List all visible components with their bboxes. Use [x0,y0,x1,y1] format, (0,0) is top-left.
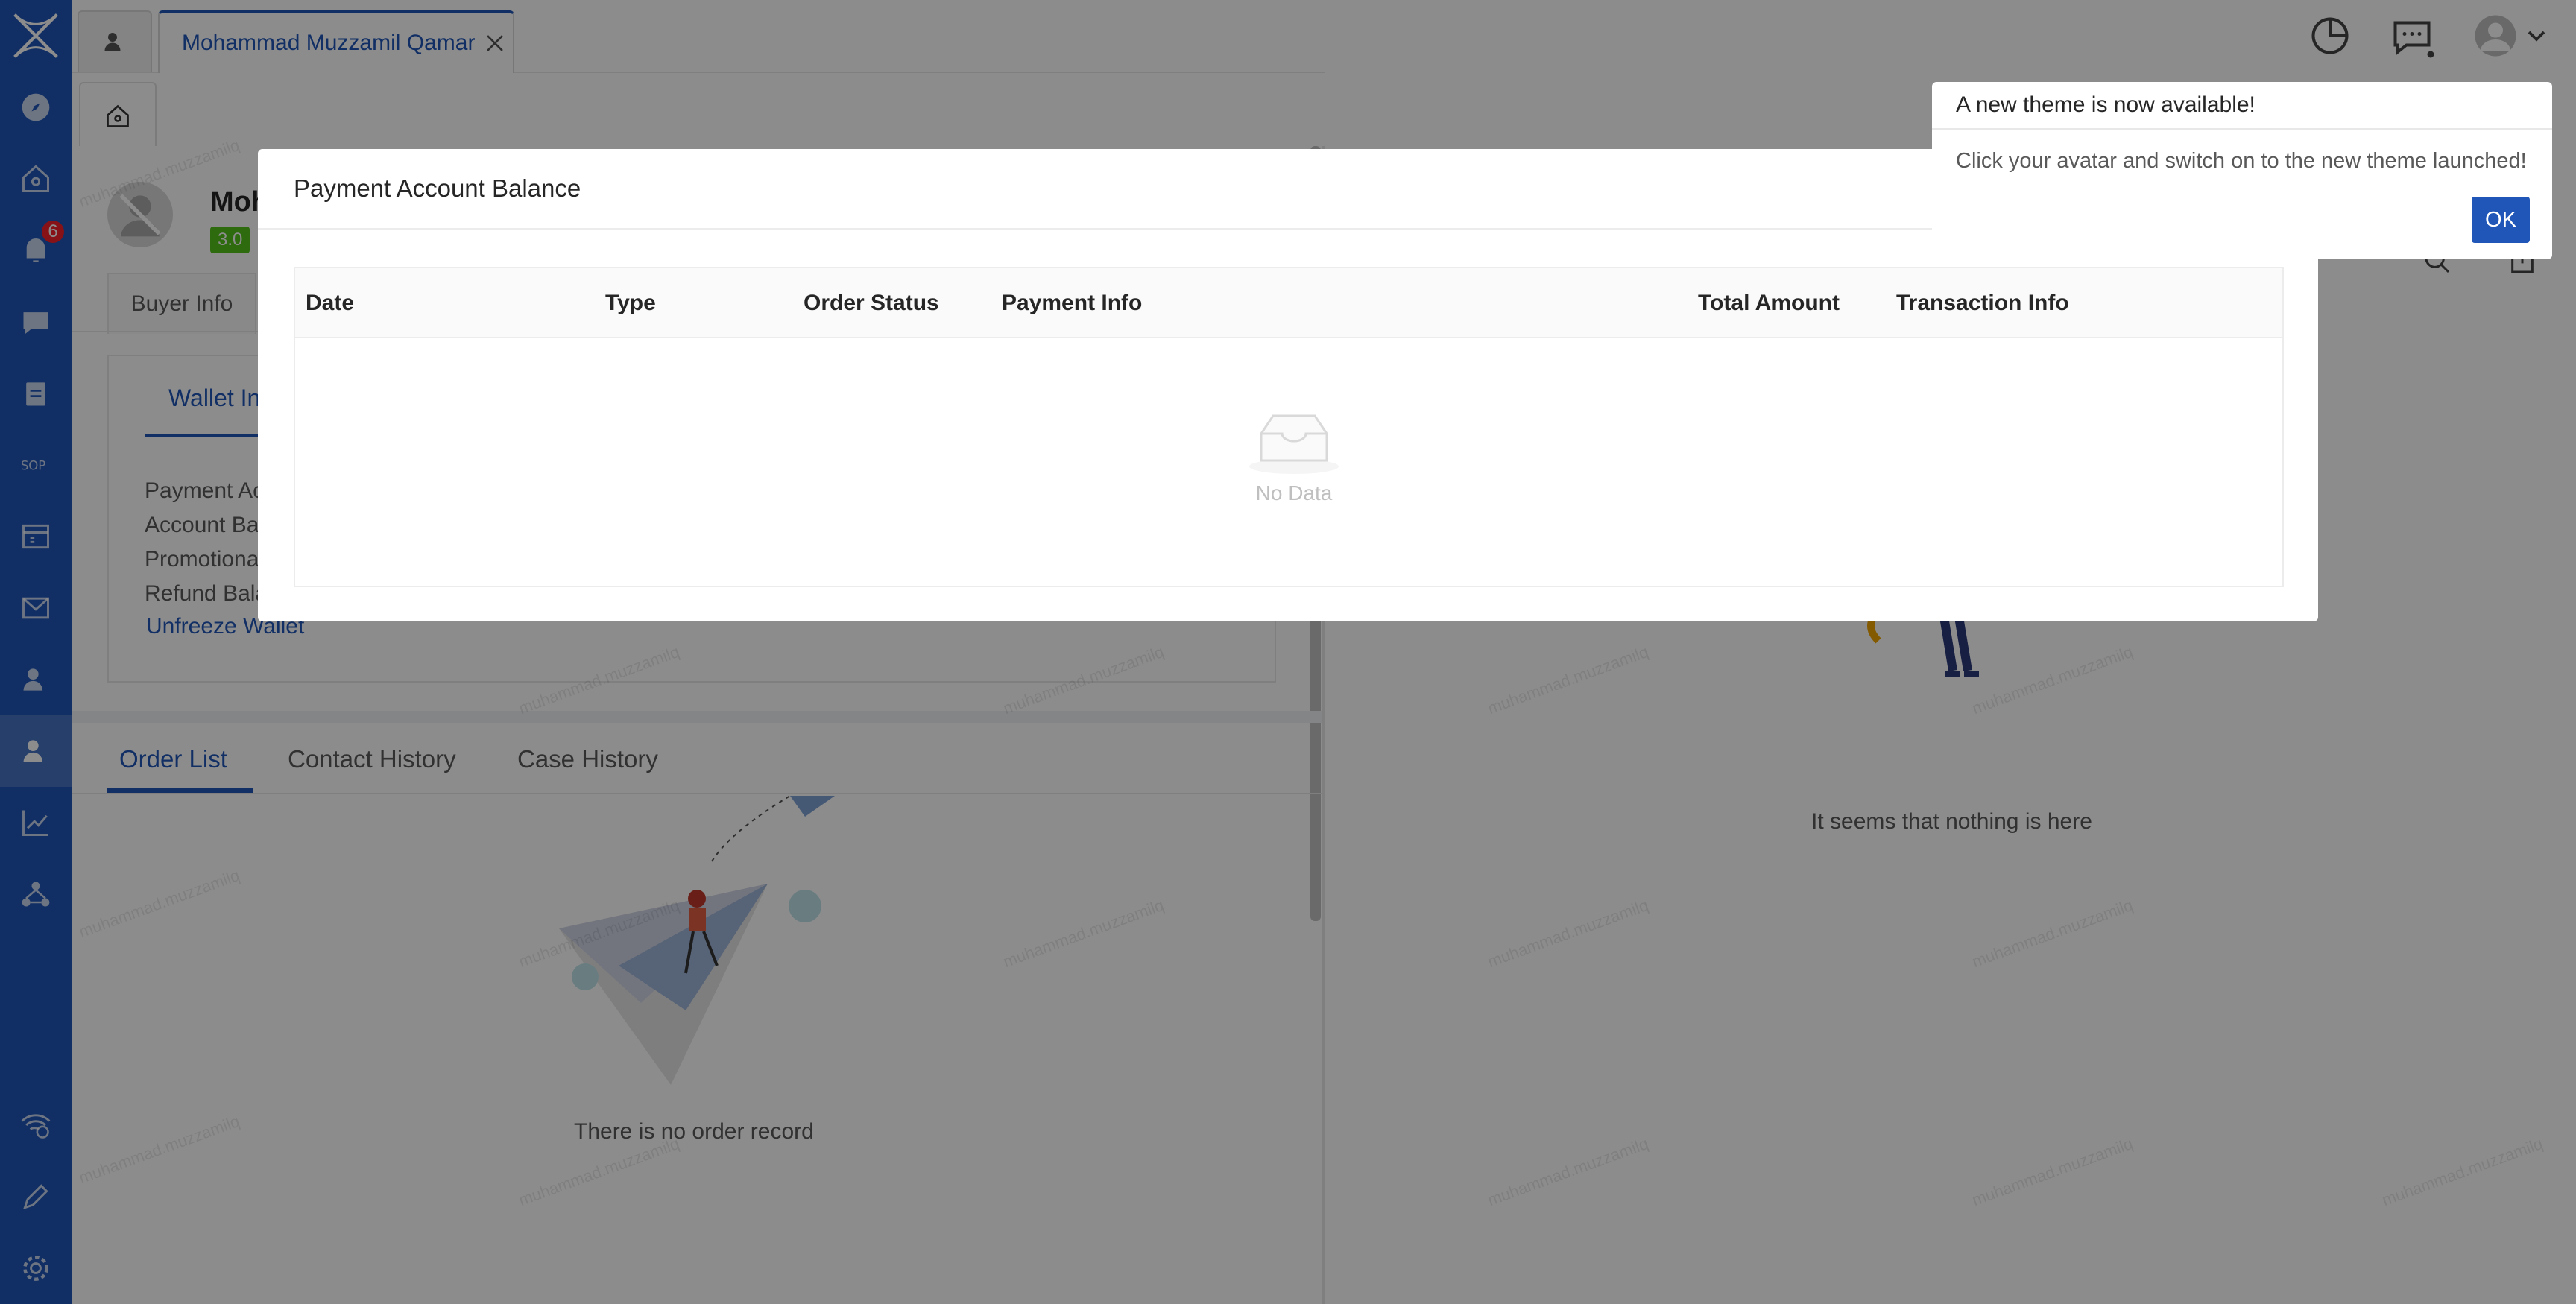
col-payment-info: Payment Info [1002,291,1143,315]
balance-table: Date Type Order Status Payment Info Tota… [294,267,2284,587]
col-total-amount: Total Amount [1698,291,1840,315]
inbox-empty-icon [1246,407,1342,475]
col-order-status: Order Status [804,291,939,315]
col-transaction-info: Transaction Info [1896,291,2069,315]
modal-title: Payment Account Balance [294,174,581,202]
theme-popup: A new theme is now available! Click your… [1932,82,2552,259]
no-data-text: No Data [1255,481,1333,504]
popup-title: A new theme is now available! [1956,92,2255,117]
popup-body: Click your avatar and switch on to the n… [1956,149,2527,173]
col-type: Type [605,291,656,315]
ok-button[interactable]: OK [2472,197,2530,243]
table-header: Date Type Order Status Payment Info Tota… [295,268,2282,338]
popup-divider [1932,128,2552,130]
col-date: Date [306,291,355,315]
